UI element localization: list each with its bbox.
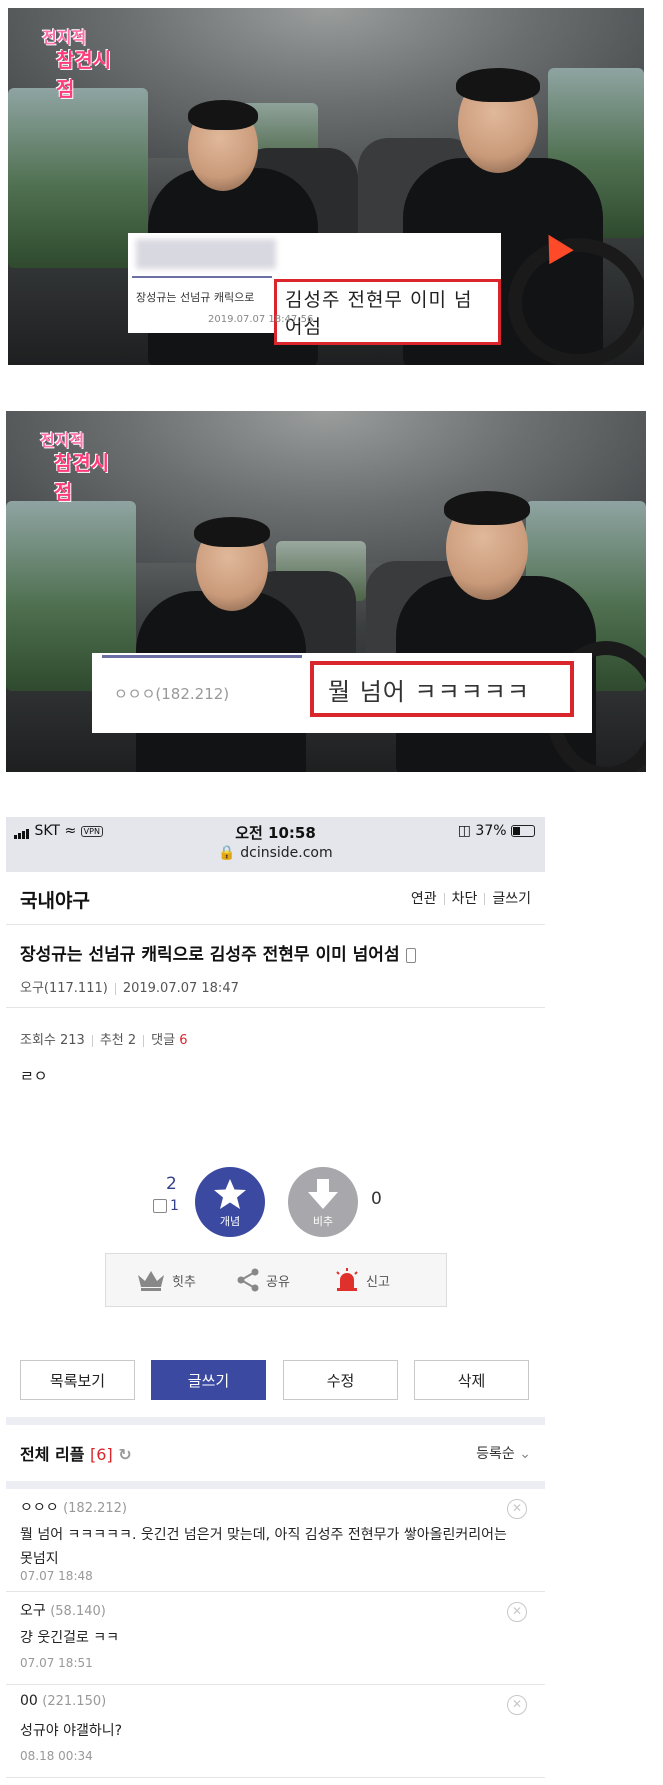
- blurred-nickname: [136, 239, 276, 269]
- comment-item: 00 (221.150) 성규야 야갤하니? 08.18 00:34 ✕: [6, 1685, 545, 1778]
- video-frame-2: 전지적 참견시점 ㅇㅇㅇ(182.212) 뭘 넘어 ㅋㅋㅋㅋㅋ: [6, 411, 646, 772]
- gallery-name[interactable]: 국내야구: [20, 886, 90, 913]
- rotation-lock-icon: ◫: [457, 823, 471, 839]
- block-link[interactable]: 차단: [452, 891, 478, 907]
- share-icon: [237, 1268, 259, 1292]
- mobile-icon: [405, 947, 416, 963]
- comment-date: 08.18 00:34: [20, 1749, 93, 1763]
- siren-icon: [336, 1268, 358, 1291]
- edit-button[interactable]: 수정: [283, 1360, 398, 1400]
- delete-comment-icon[interactable]: ✕: [507, 1499, 527, 1519]
- views: 조회수 213: [20, 1033, 85, 1048]
- post-body: ㄹㅇ: [20, 1067, 48, 1085]
- delete-comment-icon[interactable]: ✕: [507, 1602, 527, 1622]
- comments-label: 댓글: [151, 1033, 176, 1048]
- post-title: 장성규는 선넘규 캐릭으로 김성주 전현무 이미 넘어섬: [20, 945, 400, 965]
- refresh-icon[interactable]: ↻: [118, 1445, 131, 1464]
- comments-total: [6]: [90, 1445, 113, 1464]
- comment-text: 뭘 넘어 ㅋㅋㅋㅋㅋ. 웃긴건 넘은거 맞는데, 아직 김성주 전현무가 쌓아올…: [20, 1527, 507, 1567]
- comment-item: 오구 (58.140) 걍 웃긴걸로 ㅋㅋ 07.07 18:51 ✕: [6, 1592, 545, 1685]
- comment-nick: 오구: [20, 1603, 46, 1619]
- status-bar: SKT ≈ VPN 오전 10:58 ◫ 37% 🔒 dcinside.com: [6, 817, 545, 872]
- recommend-count: 2: [166, 1174, 177, 1194]
- write-button[interactable]: 글쓰기: [151, 1360, 266, 1400]
- upvote-button[interactable]: 개념: [195, 1167, 265, 1237]
- comment-text: 걍 웃긴걸로 ㅋㅋ: [20, 1630, 120, 1646]
- comment-ip: (58.140): [50, 1604, 106, 1619]
- battery-icon: [511, 825, 535, 837]
- gallery-header: 국내야구 연관 차단 글쓰기: [6, 872, 545, 925]
- caption-highlight-text: 뭘 넘어 ㅋㅋㅋㅋㅋ: [310, 661, 574, 717]
- comments-header: 전체 리플 [6] ↻ 등록순 ⌄: [6, 1425, 545, 1482]
- post-author[interactable]: 오구(117.111): [20, 981, 108, 996]
- caption-highlight-text: 김성주 전현무 이미 넘어섬: [274, 279, 501, 345]
- caption-overlay: ㅇㅇㅇ(182.212) 뭘 넘어 ㅋㅋㅋㅋㅋ: [92, 653, 592, 733]
- arrow-down-icon: [308, 1179, 338, 1209]
- url-text: dcinside.com: [240, 845, 333, 861]
- comment-nick: ㅇㅇㅇ: [20, 1500, 59, 1516]
- comments-title: 전체 리플: [20, 1445, 85, 1464]
- hit-button[interactable]: 힛추: [136, 1254, 196, 1306]
- comment-nick: 00: [20, 1693, 38, 1709]
- crown-icon: [138, 1271, 164, 1291]
- caption-small-text: 장성규는 선넘규 캐릭으로: [136, 291, 255, 304]
- fixed-user-icon: [153, 1199, 167, 1213]
- post-date: 2019.07.07 18:47: [122, 981, 239, 996]
- comment-ip: (221.150): [42, 1694, 107, 1709]
- related-link[interactable]: 연관: [411, 891, 437, 907]
- show-logo: 전지적 참견시점: [40, 431, 110, 504]
- comment-date: 07.07 18:48: [20, 1569, 93, 1583]
- fixed-recommend: 1: [153, 1198, 179, 1214]
- delete-comment-icon[interactable]: ✕: [507, 1695, 527, 1715]
- battery-percent: 37%: [475, 823, 507, 839]
- comment-item: ㅇㅇㅇ (182.212) 뭘 넘어 ㅋㅋㅋㅋㅋ. 웃긴건 넘은거 맞는데, 아…: [6, 1489, 545, 1592]
- show-logo: 전지적 참견시점: [42, 28, 112, 101]
- share-button[interactable]: 공유: [236, 1254, 290, 1306]
- downvote-count: 0: [371, 1189, 382, 1209]
- caption-overlay: 장성규는 선넘규 캐릭으로 김성주 전현무 이미 넘어섬 2019.07.07 …: [128, 233, 501, 345]
- comment-date: 07.07 18:51: [20, 1656, 93, 1670]
- recommends: 추천 2: [99, 1033, 137, 1048]
- upvote-label: 개념: [219, 1215, 241, 1228]
- chevron-down-icon: ⌄: [519, 1446, 531, 1462]
- delete-button[interactable]: 삭제: [414, 1360, 529, 1400]
- comments-count: 6: [179, 1033, 188, 1048]
- post-header: 장성규는 선넘규 캐릭으로 김성주 전현무 이미 넘어섬 오구(117.111)…: [6, 925, 545, 1008]
- caption-anon-nick: ㅇㅇㅇ(182.212): [114, 685, 230, 703]
- lock-icon: 🔒: [218, 845, 236, 861]
- caption-date: 2019.07.07 18:47:56: [208, 314, 314, 325]
- video-frame-1: 전지적 참견시점 장성규는 선넘규 캐릭으로 김성주 전현무 이미 넘어섬 20…: [8, 8, 644, 365]
- downvote-button[interactable]: 비추: [288, 1167, 358, 1237]
- phone-screenshot: SKT ≈ VPN 오전 10:58 ◫ 37% 🔒 dcinside.com …: [6, 817, 545, 1785]
- report-button[interactable]: 신고: [334, 1254, 390, 1306]
- comment-ip: (182.212): [63, 1501, 127, 1516]
- star-icon: [214, 1179, 246, 1209]
- post-actions: 힛추 공유 신고: [105, 1253, 447, 1307]
- sort-dropdown[interactable]: 등록순 ⌄: [476, 1443, 531, 1463]
- write-link[interactable]: 글쓰기: [492, 891, 531, 907]
- comment-text: 성규야 야갤하니?: [20, 1723, 123, 1739]
- post-stats: 조회수 213 추천 2 댓글 6: [20, 1029, 188, 1048]
- address-bar[interactable]: 🔒 dcinside.com: [6, 845, 545, 861]
- gallery-links: 연관 차단 글쓰기: [411, 888, 531, 908]
- list-button[interactable]: 목록보기: [20, 1360, 135, 1400]
- downvote-label: 비추: [312, 1215, 334, 1228]
